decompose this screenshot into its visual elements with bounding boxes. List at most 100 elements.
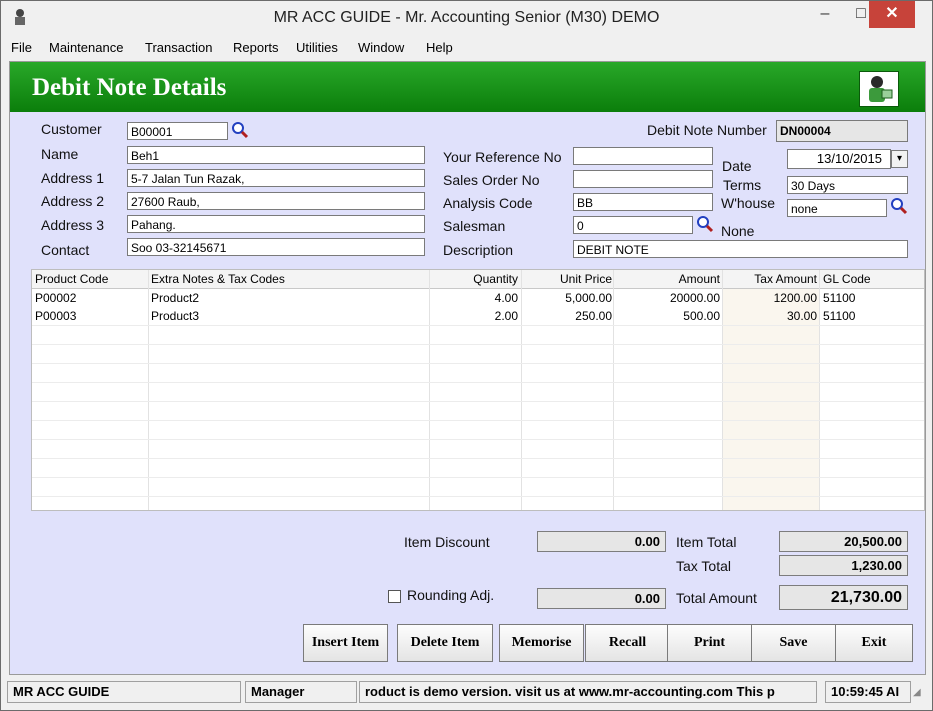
address3-label: Address 3 bbox=[41, 217, 105, 233]
col-tax-amount[interactable]: Tax Amount bbox=[722, 270, 817, 288]
cell-product-code[interactable]: P00003 bbox=[35, 307, 76, 325]
cell-quantity[interactable]: 2.00 bbox=[432, 307, 518, 325]
status-message: roduct is demo version. visit us at www.… bbox=[359, 681, 817, 703]
table-header: Product Code Extra Notes & Tax Codes Qua… bbox=[32, 270, 924, 289]
cell-tax-amount[interactable]: 30.00 bbox=[722, 307, 817, 325]
sales-order-field[interactable] bbox=[573, 170, 713, 188]
analysis-code-field[interactable]: BB bbox=[573, 193, 713, 211]
window-title: MR ACC GUIDE - Mr. Accounting Senior (M3… bbox=[273, 9, 660, 26]
analysis-code-label: Analysis Code bbox=[443, 195, 533, 211]
dn-number-field: DN00004 bbox=[776, 120, 908, 142]
salesman-label: Salesman bbox=[443, 218, 506, 234]
app-window: MR ACC GUIDE - Mr. Accounting Senior (M3… bbox=[0, 0, 933, 711]
table-row[interactable]: P00002 Product2 4.00 5,000.00 20000.00 1… bbox=[32, 289, 924, 307]
status-company: MR ACC GUIDE bbox=[7, 681, 241, 703]
cell-product-code[interactable]: P00002 bbox=[35, 289, 76, 307]
menu-window[interactable]: Window bbox=[358, 40, 404, 55]
cell-amount[interactable]: 500.00 bbox=[614, 307, 720, 325]
date-label: Date bbox=[722, 158, 752, 174]
cell-gl-code[interactable]: 51100 bbox=[823, 307, 855, 325]
address1-field[interactable]: 5-7 Jalan Tun Razak, bbox=[127, 169, 425, 187]
rounding-field[interactable]: 0.00 bbox=[537, 588, 666, 609]
col-amount[interactable]: Amount bbox=[614, 270, 720, 288]
resize-grip-icon[interactable]: ◢ bbox=[913, 687, 921, 698]
item-discount-field[interactable]: 0.00 bbox=[537, 531, 666, 552]
tax-total-field: 1,230.00 bbox=[779, 555, 908, 576]
customer-label: Customer bbox=[41, 121, 102, 137]
address2-field[interactable]: 27600 Raub, bbox=[127, 192, 425, 210]
item-discount-label: Item Discount bbox=[404, 534, 490, 550]
address3-field[interactable]: Pahang. bbox=[127, 215, 425, 233]
menu-help[interactable]: Help bbox=[426, 40, 453, 55]
contact-label: Contact bbox=[41, 242, 90, 258]
col-quantity[interactable]: Quantity bbox=[432, 270, 518, 288]
rounding-label: Rounding Adj. bbox=[407, 587, 495, 603]
debit-note-form: Debit Note Details Customer B00001 Name … bbox=[9, 61, 926, 675]
cell-gl-code[interactable]: 51100 bbox=[823, 289, 855, 307]
whouse-field[interactable]: none bbox=[787, 199, 887, 217]
terms-label: Terms bbox=[723, 177, 762, 193]
delete-item-button[interactable]: Delete Item bbox=[397, 624, 493, 662]
your-ref-label: Your Reference No bbox=[443, 149, 562, 165]
col-unit-price[interactable]: Unit Price bbox=[522, 270, 612, 288]
col-product-code[interactable]: Product Code bbox=[35, 270, 108, 288]
total-amount-field: 21,730.00 bbox=[779, 585, 908, 610]
menu-maintenance[interactable]: Maintenance bbox=[49, 40, 123, 55]
whouse-label: W'house bbox=[721, 195, 776, 211]
cell-extra-notes[interactable]: Product2 bbox=[151, 289, 199, 307]
address1-label: Address 1 bbox=[41, 170, 105, 186]
insert-item-button[interactable]: Insert Item bbox=[303, 624, 388, 662]
salesman-search-icon[interactable] bbox=[696, 215, 714, 233]
table-row[interactable]: P00003 Product3 2.00 250.00 500.00 30.00… bbox=[32, 307, 924, 325]
recall-button[interactable]: Recall bbox=[585, 624, 670, 662]
cell-unit-price[interactable]: 5,000.00 bbox=[522, 289, 612, 307]
salesman-field[interactable]: 0 bbox=[573, 216, 693, 234]
header-banner: Debit Note Details bbox=[10, 62, 925, 112]
cell-extra-notes[interactable]: Product3 bbox=[151, 307, 199, 325]
exit-button[interactable]: Exit bbox=[835, 624, 913, 662]
status-time: 10:59:45 AI bbox=[825, 681, 911, 703]
col-gl-code[interactable]: GL Code bbox=[823, 270, 871, 288]
cell-amount[interactable]: 20000.00 bbox=[614, 289, 720, 307]
date-field[interactable]: 13/10/2015 bbox=[787, 149, 891, 169]
whouse-search-icon[interactable] bbox=[890, 197, 908, 215]
col-extra-notes[interactable]: Extra Notes & Tax Codes bbox=[151, 270, 285, 288]
cell-tax-amount[interactable]: 1200.00 bbox=[722, 289, 817, 307]
items-table[interactable]: Product Code Extra Notes & Tax Codes Qua… bbox=[31, 269, 925, 511]
date-dropdown-icon[interactable]: ▾ bbox=[891, 150, 908, 168]
save-button[interactable]: Save bbox=[751, 624, 836, 662]
cell-quantity[interactable]: 4.00 bbox=[432, 289, 518, 307]
close-button[interactable]: ✕ bbox=[869, 1, 915, 28]
your-ref-field[interactable] bbox=[573, 147, 713, 165]
sales-order-label: Sales Order No bbox=[443, 172, 540, 188]
memorise-button[interactable]: Memorise bbox=[499, 624, 584, 662]
total-amount-label: Total Amount bbox=[676, 590, 757, 606]
menu-file[interactable]: File bbox=[11, 40, 32, 55]
terms-field[interactable]: 30 Days bbox=[787, 176, 908, 194]
rounding-checkbox[interactable] bbox=[388, 590, 401, 603]
customer-field[interactable]: B00001 bbox=[127, 122, 228, 140]
menu-transaction[interactable]: Transaction bbox=[145, 40, 212, 55]
dn-number-label: Debit Note Number bbox=[647, 122, 767, 138]
salesman-name: None bbox=[721, 223, 755, 239]
status-bar: MR ACC GUIDE Manager roduct is demo vers… bbox=[1, 675, 932, 710]
menu-reports[interactable]: Reports bbox=[233, 40, 279, 55]
print-button[interactable]: Print bbox=[667, 624, 752, 662]
name-label: Name bbox=[41, 146, 79, 162]
tax-total-label: Tax Total bbox=[676, 558, 731, 574]
item-total-field: 20,500.00 bbox=[779, 531, 908, 552]
cell-unit-price[interactable]: 250.00 bbox=[522, 307, 612, 325]
name-field[interactable]: Beh1 bbox=[127, 146, 425, 164]
item-total-label: Item Total bbox=[676, 534, 737, 550]
menu-bar: File Maintenance Transaction Reports Uti… bbox=[1, 36, 932, 59]
description-label: Description bbox=[443, 242, 514, 258]
customer-search-icon[interactable] bbox=[231, 121, 249, 139]
title-bar[interactable]: MR ACC GUIDE - Mr. Accounting Senior (M3… bbox=[1, 1, 932, 36]
contact-field[interactable]: Soo 03-32145671 bbox=[127, 238, 425, 256]
description-field[interactable]: DEBIT NOTE bbox=[573, 240, 908, 258]
address2-label: Address 2 bbox=[41, 193, 105, 209]
accountant-icon bbox=[859, 71, 899, 107]
menu-utilities[interactable]: Utilities bbox=[296, 40, 338, 55]
status-user: Manager bbox=[245, 681, 357, 703]
page-title: Debit Note Details bbox=[32, 74, 227, 101]
